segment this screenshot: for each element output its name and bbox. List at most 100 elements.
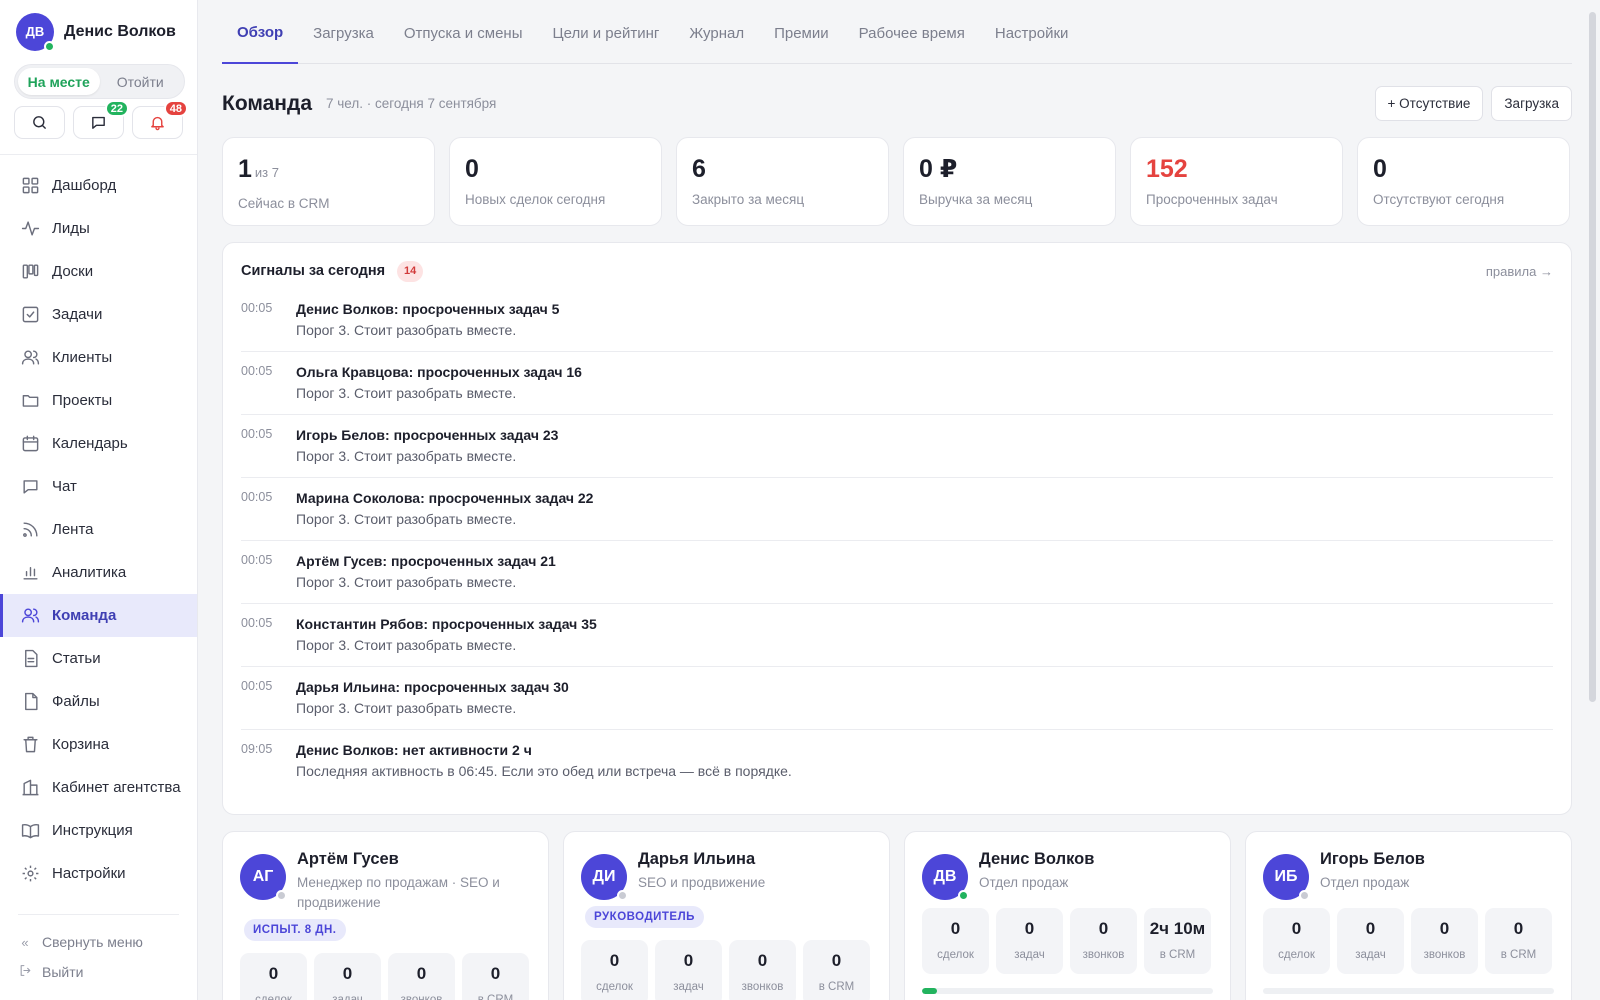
scrollbar[interactable] — [1584, 0, 1600, 1000]
stat-card: 0 Отсутствуют сегодня — [1357, 137, 1570, 226]
search-button[interactable] — [14, 106, 65, 139]
member-card[interactable]: ДИ Дарья Ильина SEO и продвижение РУКОВО… — [563, 831, 890, 1000]
member-name: Денис Волков — [979, 850, 1095, 868]
user-name: Денис Волков — [64, 22, 176, 40]
member-stat: 0 задач — [314, 953, 381, 1000]
sidebar-item-trash[interactable]: Корзина — [0, 723, 197, 766]
user-profile[interactable]: ДВ Денис Волков — [0, 0, 197, 52]
logout-button[interactable]: Выйти — [18, 957, 179, 987]
signals-header: Сигналы за сегодня 14 правила → — [241, 259, 1553, 283]
sidebar-item-label: Кабинет агентства — [52, 779, 181, 796]
sidebar-item-clients[interactable]: Клиенты — [0, 336, 197, 379]
sidebar-item-settings[interactable]: Настройки — [0, 852, 197, 895]
sidebar-item-manual[interactable]: Инструкция — [0, 809, 197, 852]
signal-item[interactable]: 00:05 Игорь Белов: просроченных задач 23… — [241, 415, 1553, 478]
member-stat: 0 задач — [996, 908, 1063, 974]
sidebar-item-chat[interactable]: Чат — [0, 465, 197, 508]
offline-indicator — [617, 890, 628, 901]
sidebar-item-label: Статьи — [52, 650, 101, 667]
tab-overview[interactable]: Обзор — [222, 0, 299, 64]
tab-worktime[interactable]: Рабочее время — [844, 0, 980, 64]
signal-item[interactable]: 00:05 Денис Волков: просроченных задач 5… — [241, 289, 1553, 352]
tab-bar: Обзор Загрузка Отпуска и смены Цели и ре… — [222, 0, 1572, 64]
stat-card: 152 Просроченных задач — [1130, 137, 1343, 226]
member-stat: 0 сделок — [240, 953, 307, 1000]
sidebar-item-boards[interactable]: Доски — [0, 250, 197, 293]
notifications-button[interactable]: 48 — [132, 100, 188, 139]
sidebar-item-team[interactable]: Команда — [0, 594, 197, 637]
tab-journal[interactable]: Журнал — [674, 0, 759, 64]
signal-item[interactable]: 00:05 Артём Гусев: просроченных задач 21… — [241, 541, 1553, 604]
stat-value: 152 — [1146, 155, 1188, 183]
member-card[interactable]: ДВ Денис Волков Отдел продаж 0 сделок 0 за… — [904, 831, 1231, 1000]
tab-goals[interactable]: Цели и рейтинг — [538, 0, 675, 64]
sidebar-item-dashboard[interactable]: Дашборд — [0, 164, 197, 207]
member-stat: 0 звонков — [729, 940, 796, 1000]
messages-button[interactable]: 22 — [73, 100, 129, 139]
stat-value: 0 — [1024, 919, 1035, 938]
signal-description: Последняя активность в 06:45. Если это о… — [296, 763, 792, 779]
stat-label: задач — [1014, 949, 1045, 961]
signal-item[interactable]: 00:05 Константин Рябов: просроченных зад… — [241, 604, 1553, 667]
member-stat: 2ч 10м в CRM — [1144, 908, 1211, 974]
stat-value: 0 — [683, 951, 694, 970]
tab-vacations[interactable]: Отпуска и смены — [389, 0, 538, 64]
signal-description: Порог 3. Стоит разобрать вместе. — [296, 637, 517, 653]
stat-label: звонков — [400, 994, 443, 1000]
stat-card: 0 Новых сделок сегодня — [449, 137, 662, 226]
signal-item[interactable]: 09:05 Денис Волков: нет активности 2 ч По… — [241, 730, 1553, 793]
tab-settings[interactable]: Настройки — [980, 0, 1084, 64]
member-card[interactable]: АГ Артём Гусев Менеджер по продажам · SE… — [222, 831, 549, 1000]
gear-icon — [22, 865, 39, 882]
member-card[interactable]: ИБ Игорь Белов Отдел продаж 0 сделок 0 зад… — [1245, 831, 1572, 1000]
stat-label: Отсутствуют сегодня — [1373, 192, 1505, 207]
sidebar-item-label: Доски — [52, 263, 94, 280]
tab-load[interactable]: Загрузка — [298, 0, 389, 64]
collapse-menu-label: Свернуть меню — [42, 934, 143, 950]
status-present-button[interactable]: На месте — [18, 68, 100, 95]
signal-item[interactable]: 00:05 Дарья Ильина: просроченных задач 3… — [241, 667, 1553, 730]
member-stat: 0 звонков — [1070, 908, 1137, 974]
status-away-button[interactable]: Отойти — [100, 68, 182, 95]
sidebar-item-analytics[interactable]: Аналитика — [0, 551, 197, 594]
signal-time: 00:05 — [241, 679, 273, 693]
sidebar-item-leads[interactable]: Лиды — [0, 207, 197, 250]
chart-icon — [23, 567, 38, 580]
signal-title: Артём Гусев: просроченных задач 21 — [296, 553, 556, 569]
users-icon — [21, 350, 40, 365]
sidebar-item-files[interactable]: Файлы — [0, 680, 197, 723]
stat-value: 6 — [692, 155, 706, 183]
crm-time-progress — [1263, 988, 1554, 994]
add-absence-button[interactable]: + Отсутствие — [1374, 86, 1484, 121]
stat-label: сделок — [255, 994, 292, 1000]
sidebar-item-projects[interactable]: Проекты — [0, 379, 197, 422]
probation-badge: ИСПЫТ. 8 ДН. — [244, 919, 346, 941]
tab-bonuses[interactable]: Премии — [759, 0, 844, 64]
activity-icon — [21, 221, 40, 236]
member-role: Отдел продаж — [1320, 875, 1410, 890]
sidebar-item-label: Лента — [52, 521, 94, 538]
avatar-initials: ДВ — [25, 24, 45, 39]
sidebar-item-calendar[interactable]: Календарь — [0, 422, 197, 465]
signals-panel: Сигналы за сегодня 14 правила → 00:05 Де… — [222, 242, 1572, 815]
team-cards: АГ Артём Гусев Менеджер по продажам · SE… — [222, 831, 1572, 1000]
signal-item[interactable]: 00:05 Ольга Кравцова: просроченных задач… — [241, 352, 1553, 415]
sidebar-item-label: Корзина — [52, 736, 110, 753]
stat-label: задач — [332, 994, 363, 1000]
signal-time: 00:05 — [241, 553, 273, 567]
scrollbar-thumb[interactable] — [1589, 12, 1596, 702]
stat-label: звонков — [1082, 949, 1125, 961]
sidebar-item-articles[interactable]: Статьи — [0, 637, 197, 680]
sidebar-item-feed[interactable]: Лента — [0, 508, 197, 551]
sidebar-item-tasks[interactable]: Задачи — [0, 293, 197, 336]
rules-link[interactable]: правила → — [1486, 264, 1553, 279]
stat-card: 6 Закрыто за месяц — [676, 137, 889, 226]
signal-item[interactable]: 00:05 Марина Соколова: просроченных зада… — [241, 478, 1553, 541]
sidebar-item-agency[interactable]: Кабинет агентства — [0, 766, 197, 809]
stat-value: 0 — [757, 951, 768, 970]
avatar-initials: ДВ — [933, 868, 957, 885]
collapse-menu-button[interactable]: « Свернуть меню — [18, 927, 179, 957]
sidebar: ДВ Денис Волков На месте Отойти 22 48 Да… — [0, 0, 198, 1000]
load-button[interactable]: Загрузка — [1491, 86, 1572, 121]
page-header: Команда 7 чел. · сегодня 7 сентября + От… — [222, 86, 1572, 121]
